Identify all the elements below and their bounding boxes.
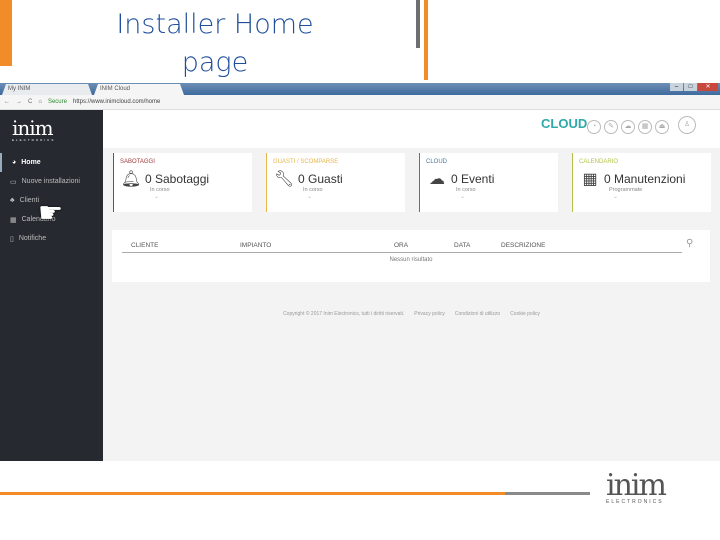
reload-icon[interactable]: C [28,99,32,105]
wrench-icon: 🔧︎ [273,171,295,188]
chevron-down-icon[interactable]: ⌄ [154,193,246,200]
slide-title: Installer Home page [116,9,314,78]
column-cliente[interactable]: CLIENTE [131,242,158,249]
address-bar[interactable]: ← → C ⌂ Secure https://www.inimcloud.com/ho… [0,95,720,110]
cloud-icon: ☁ [429,171,445,188]
calendar-icon[interactable]: ▦ [638,120,652,134]
column-impianto[interactable]: IMPIANTO [240,242,271,249]
maximize-button[interactable]: □ [684,83,697,91]
tab-inim-cloud[interactable]: INIM Cloud [94,84,184,95]
browser-screenshot: My INIM INIM Cloud – □ ✕ ← → C ⌂ Secure https… [0,83,720,461]
cloud-icon[interactable]: ☁ [621,120,635,134]
summary-card[interactable]: SABOTAGGI 🔔︎ 0 Sabotaggi In corso ⌄ [113,153,252,212]
terms-link[interactable]: Condizioni di utilizzo [455,311,500,317]
sidebar-item-home[interactable]: ◕ Home [0,153,103,172]
sidebar-item-new-installations[interactable]: ▭ Nuove installazioni [0,172,103,191]
sidebar: inim ELECTRONICS ◕ Home ▭ Nuove installazio… [0,110,103,461]
footer: Copyright © 2017 Inim Electronics, tutti… [103,311,720,317]
privacy-link[interactable]: Privacy policy [414,311,445,317]
card-title: CALENDARIO [579,159,619,165]
divider [122,252,682,253]
minimize-button[interactable]: – [670,83,683,91]
divider [424,0,428,80]
users-icon: ♣ [10,197,15,204]
upload-icon[interactable]: ⏏ [655,120,669,134]
divider [0,492,590,495]
chevron-down-icon[interactable]: ⌄ [460,193,552,200]
copyright: Copyright © 2017 Inim Electronics, tutti… [283,311,405,317]
empty-message: Nessun risultato [389,257,433,263]
header: CLOUD ◔ ✎ ☁ ▦ ⏏ ♙ [103,110,720,148]
summary-card[interactable]: GUASTI / SCOMPARSE 🔧︎ 0 Guasti In corso ⌄ [266,153,405,212]
bell-icon[interactable]: ◔ [587,120,601,134]
summary-card[interactable]: CALENDARIO ▦ 0 Manutenzioni Programmate ⌄ [572,153,711,212]
card-title: CLOUD [426,159,448,165]
accent-bar [0,0,12,66]
back-icon[interactable]: ← [4,99,10,105]
column-data[interactable]: DATA [454,242,470,249]
card-value: 0 Manutenzioni [604,172,686,186]
window-controls: – □ ✕ [670,83,718,91]
divider [416,0,420,48]
sidebar-item-notifications[interactable]: ▯ Notifiche [0,229,103,248]
card-title: SABOTAGGI [120,159,155,165]
dashboard-icon: ◕ [12,159,17,166]
inim-logo: inim ELECTRONICS [606,468,667,505]
events-table: CLIENTE IMPIANTO ORA DATA DESCRIZIONE ⚲ … [112,230,710,282]
inim-cloud-logo: CLOUD [541,116,588,131]
tab-my-inim[interactable]: My INIM [2,84,92,95]
card-value: 0 Eventi [451,172,495,186]
install-icon: ▭ [10,178,17,186]
card-value: 0 Sabotaggi [145,172,210,186]
bell-icon: 🔔︎ [120,171,142,188]
wrench-icon[interactable]: ✎ [604,120,618,134]
user-icon[interactable]: ♙ [678,116,696,134]
secure-label: Secure [47,99,67,105]
hand-pointer-icon: ☛ [38,197,64,228]
card-value: 0 Guasti [298,172,343,186]
calendar-icon: ▦ [582,171,598,188]
chevron-down-icon[interactable]: ⌄ [307,193,399,200]
phone-icon: ▯ [10,235,14,243]
close-button[interactable]: ✕ [698,83,718,91]
chevron-down-icon[interactable]: ⌄ [613,193,705,200]
column-ora[interactable]: ORA [394,242,408,249]
card-title: GUASTI / SCOMPARSE [273,159,339,165]
column-descrizione[interactable]: DESCRIZIONE [501,242,545,249]
tab-bar: My INIM INIM Cloud – □ ✕ [0,83,720,95]
cookie-link[interactable]: Cookie policy [510,311,540,317]
forward-icon[interactable]: → [16,99,22,105]
url-field[interactable]: https://www.inimcloud.com/home [73,99,160,105]
calendar-icon: ▦ [10,216,17,224]
summary-card[interactable]: CLOUD ☁ 0 Eventi In corso ⌄ [419,153,558,212]
inim-logo: inim ELECTRONICS [12,116,56,142]
home-icon[interactable]: ⌂ [38,99,42,105]
search-icon[interactable]: ⚲ [686,238,693,249]
divider [505,492,590,495]
